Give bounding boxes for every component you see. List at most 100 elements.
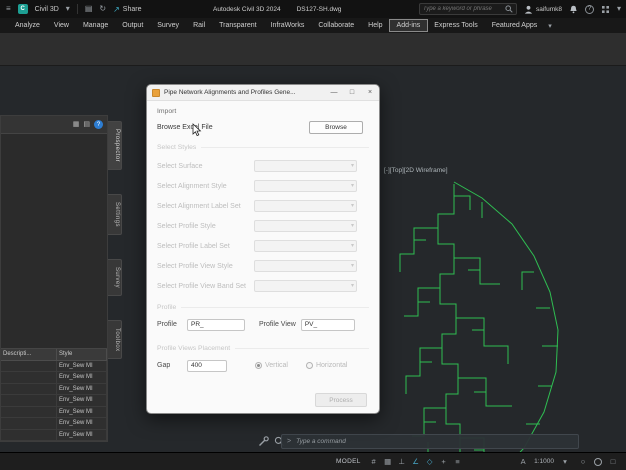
close-button[interactable]: × (361, 85, 379, 101)
app-menu-icon[interactable]: ≡ (6, 5, 11, 13)
select-alignment-label-set-dropdown[interactable]: ▾ (254, 200, 357, 212)
profile-name-field[interactable] (187, 318, 245, 331)
table-row[interactable]: Env_Sew MI (1, 372, 107, 384)
command-line[interactable]: > Type a command (281, 434, 579, 449)
app-name: Civil 3D (34, 5, 59, 13)
select-profile-view-style-dropdown[interactable]: ▾ (254, 260, 357, 272)
chevron-down-icon: ▾ (350, 223, 354, 229)
table-row[interactable]: Env_Sew MI (1, 395, 107, 407)
clean-screen-icon[interactable]: □ (606, 455, 620, 468)
tab-analyze[interactable]: Analyze (8, 20, 47, 31)
select-profile-label-set-dropdown[interactable]: ▾ (254, 240, 357, 252)
tab-survey-toolspace[interactable]: Survey (108, 258, 122, 296)
horizontal-radio-label: Horizontal (315, 362, 348, 369)
search-box[interactable] (418, 3, 517, 15)
annotation-scale-value[interactable]: 1:1000 (534, 458, 554, 465)
tab-view[interactable]: View (47, 20, 76, 31)
pipe-network-lines (399, 181, 559, 470)
column-header-description[interactable]: Descripti... (1, 349, 57, 361)
snap-mode-icon[interactable]: ▦ (381, 455, 395, 468)
browse-excel-file-label: Browse Excel File (157, 124, 213, 131)
tab-collaborate[interactable]: Collaborate (311, 20, 361, 31)
grid-display-icon[interactable]: # (367, 455, 381, 468)
select-profile-view-band-set-dropdown[interactable]: ▾ (254, 280, 357, 292)
horizontal-radio[interactable]: Horizontal (305, 362, 348, 369)
dialog-titlebar[interactable]: Pipe Network Alignments and Profiles Gen… (147, 85, 379, 101)
table-header-row: Descripti... Style (1, 349, 107, 361)
tab-toolbox[interactable]: Toolbox (108, 319, 122, 360)
search-input[interactable] (422, 6, 502, 12)
tab-settings[interactable]: Settings (108, 194, 122, 235)
tab-prospector[interactable]: Prospector (108, 121, 122, 171)
vertical-radio[interactable]: Vertical (255, 362, 288, 369)
select-surface-dropdown[interactable]: ▾ (254, 160, 357, 172)
table-row[interactable]: Env_Sew MI (1, 429, 107, 441)
viewport-controls[interactable]: [-][Top][2D Wireframe] (384, 167, 448, 174)
tab-transparent[interactable]: Transparent (212, 20, 263, 31)
workspace-gear-icon[interactable] (594, 457, 602, 466)
command-input[interactable]: Type a command (296, 438, 573, 445)
dialog-app-icon (152, 88, 160, 97)
gap-field[interactable] (187, 359, 227, 372)
tab-featured-apps[interactable]: Featured Apps (485, 20, 545, 31)
tab-infraworks[interactable]: InfraWorks (264, 20, 312, 31)
toolspace-panel-icon-2[interactable]: ▤ (83, 121, 90, 128)
ribbon-collapse-icon[interactable]: ▾ (548, 22, 552, 30)
dialog-title: Pipe Network Alignments and Profiles Gen… (164, 89, 296, 96)
profile-view-name-label: Profile View (259, 321, 296, 328)
quick-access-icon-2[interactable]: ↻ (99, 5, 106, 13)
scale-chevron-icon[interactable]: ▾ (558, 455, 572, 468)
user-avatar-icon (524, 5, 533, 14)
gap-label: Gap (157, 362, 171, 369)
object-snap-icon[interactable]: ◇ (423, 455, 437, 468)
table-row[interactable]: Env_Sew MI (1, 360, 107, 372)
app-menu-chevron-icon[interactable]: ▾ (66, 5, 70, 13)
tab-add-ins[interactable]: Add-ins (388, 19, 429, 32)
table-row[interactable]: Env_Sew MI (1, 418, 107, 430)
column-header-style[interactable]: Style (57, 349, 107, 361)
tab-survey[interactable]: Survey (150, 20, 186, 31)
ribbon-panel-area (0, 33, 626, 66)
table-row[interactable]: Env_Sew MI (1, 383, 107, 395)
ortho-mode-icon[interactable]: ⊥ (395, 455, 409, 468)
titlebar-chevron-icon[interactable]: ▾ (617, 5, 621, 13)
share-button[interactable]: ↗ Share (113, 5, 141, 14)
profile-view-name-field[interactable] (300, 318, 355, 331)
toolspace-tab-strip: Prospector Settings Survey Toolbox (108, 115, 122, 442)
toolspace-item-view: Descripti... Style Env_Sew MI Env_Sew MI… (1, 348, 107, 441)
toolspace-tree-area[interactable] (1, 134, 107, 348)
search-icon[interactable] (505, 5, 513, 13)
tab-help[interactable]: Help (361, 20, 389, 31)
customization-wrench-icon[interactable] (258, 436, 269, 447)
select-profile-style-dropdown[interactable]: ▾ (254, 220, 357, 232)
tab-express-tools[interactable]: Express Tools (427, 20, 484, 31)
minimize-button[interactable]: — (325, 85, 343, 101)
select-alignment-style-dropdown[interactable]: ▾ (254, 180, 357, 192)
model-tab[interactable]: MODEL (336, 458, 361, 465)
user-account-button[interactable]: saifumk8 (524, 5, 562, 14)
browse-button[interactable]: Browse (309, 121, 363, 134)
object-snap-tracking-icon[interactable]: + (437, 455, 451, 468)
toolspace-panel-icon-1[interactable]: ▦ (73, 121, 80, 128)
profile-section-label: Profile (157, 304, 369, 311)
maximize-button[interactable]: □ (343, 85, 361, 101)
isolate-objects-icon[interactable]: ○ (576, 455, 590, 468)
apps-grid-icon[interactable] (601, 5, 610, 14)
annotation-scale-icon[interactable]: A (516, 455, 530, 468)
tab-output[interactable]: Output (115, 20, 150, 31)
chevron-down-icon: ▾ (350, 283, 354, 289)
tab-rail[interactable]: Rail (186, 20, 212, 31)
quick-access-icon-1[interactable]: ▤ (85, 5, 93, 13)
select-styles-section-label: Select Styles (157, 144, 369, 151)
lineweight-icon[interactable]: ≡ (451, 455, 465, 468)
notification-bell-icon[interactable] (569, 5, 578, 14)
command-prompt-icon: > (287, 438, 292, 445)
document-title: Autodesk Civil 3D 2024 DS127-SH.dwg (213, 0, 341, 18)
table-row[interactable]: Env_Sew MI (1, 406, 107, 418)
toolspace-help-icon[interactable]: ? (94, 120, 103, 129)
tab-manage[interactable]: Manage (76, 20, 115, 31)
select-profile-view-style-label: Select Profile View Style (157, 262, 233, 270)
process-button[interactable]: Process (315, 393, 367, 407)
polar-tracking-icon[interactable]: ∠ (409, 455, 423, 468)
help-icon[interactable]: ? (584, 4, 594, 14)
